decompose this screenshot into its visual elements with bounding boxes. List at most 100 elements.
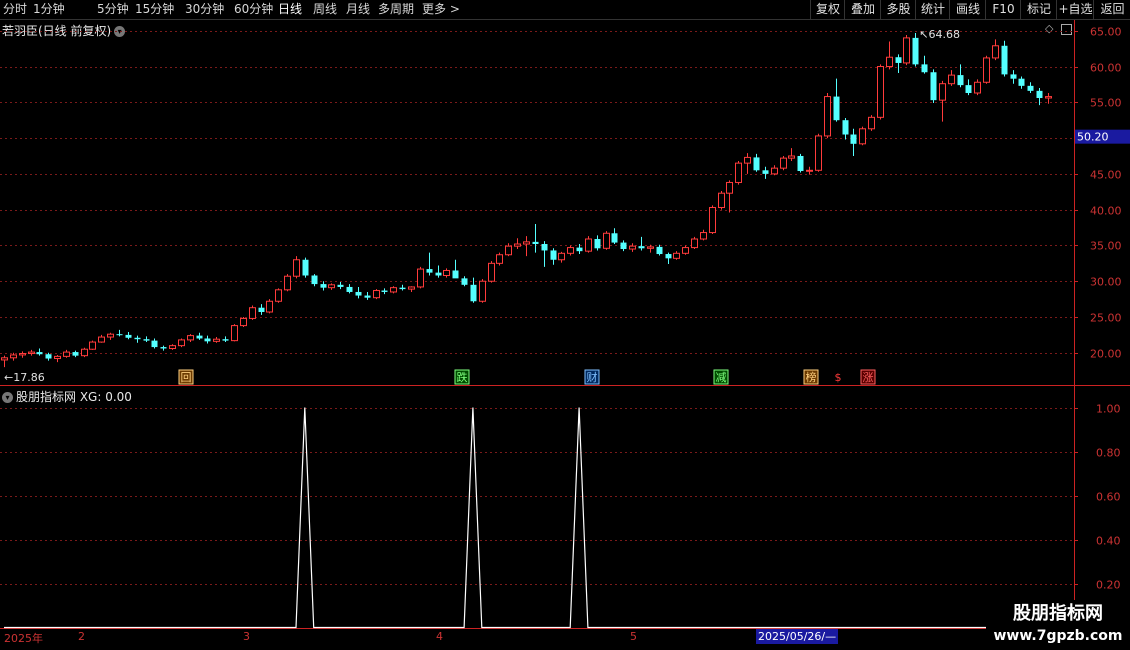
candle-body: [196, 335, 203, 339]
candle-body: [815, 135, 822, 171]
candle-body: [877, 66, 884, 118]
period-tab[interactable]: 周线: [313, 2, 337, 16]
date-tick: 3: [243, 630, 250, 643]
toolbar-button[interactable]: 标记: [1020, 0, 1057, 19]
current-price-label: 50.20: [1077, 131, 1109, 144]
candle-body: [364, 295, 371, 298]
toolbar-button[interactable]: +自选: [1056, 0, 1094, 19]
candle-body: [461, 278, 468, 285]
period-tab[interactable]: 更多 >: [422, 2, 460, 16]
period-tab[interactable]: 60分钟: [234, 2, 273, 16]
candle-body: [665, 254, 672, 259]
toolbar-button[interactable]: 画线: [949, 0, 986, 19]
price-tick-label: 35.00: [1090, 240, 1122, 253]
candle-body: [842, 120, 849, 135]
toolbar-button[interactable]: F10: [985, 0, 1021, 19]
indicator-tick-label: 0.60: [1096, 491, 1121, 504]
candle-body: [939, 83, 946, 101]
panel-layout-icon[interactable]: [1061, 23, 1072, 35]
candle-body: [178, 339, 185, 347]
candle-body: [1010, 74, 1017, 79]
candle-body: [824, 96, 831, 137]
candle-body: [868, 116, 875, 130]
candle-body: [585, 238, 592, 252]
candle-body: [895, 57, 902, 63]
toolbar-button[interactable]: 多股: [880, 0, 916, 19]
date-tick: 2025年: [4, 632, 43, 645]
candle-body: [443, 269, 450, 277]
candle-body: [957, 75, 964, 86]
candle-body: [638, 246, 645, 249]
event-marker-box: [860, 369, 876, 385]
period-tab[interactable]: 1分钟: [33, 2, 65, 16]
candle-body: [1036, 90, 1043, 99]
toolbar-button[interactable]: 统计: [915, 0, 950, 19]
toolbar-button[interactable]: 叠加: [844, 0, 881, 19]
candle-body: [912, 37, 919, 65]
candle-body: [629, 245, 636, 250]
candle-body: [302, 259, 309, 276]
candle-body: [523, 241, 530, 245]
period-tab[interactable]: 日线: [278, 2, 302, 16]
candle-body: [771, 167, 778, 175]
candle-body: [992, 45, 999, 59]
event-marker: 涨: [863, 371, 874, 384]
price-chart: 65.00 60.00 55.00 50.00 45.00 40.00 35.00 30.00…: [0, 20, 1130, 629]
candle-body: [72, 352, 79, 356]
candle-body: [28, 351, 35, 355]
candle-body: [143, 339, 150, 341]
candle-body: [744, 156, 751, 164]
candle-body: [116, 334, 123, 336]
indicator-tick-label: 0.20: [1096, 579, 1121, 592]
candle-body: [45, 354, 52, 359]
date-tick: 5: [630, 630, 637, 643]
candle-body: [700, 232, 707, 240]
candle-body: [258, 307, 265, 312]
candle-body: [541, 244, 548, 251]
date-tick: 4: [436, 630, 443, 643]
candle-body: [1, 357, 8, 361]
period-tab[interactable]: 30分钟: [185, 2, 224, 16]
period-tab[interactable]: 5分钟: [97, 2, 129, 16]
candle-body: [718, 192, 725, 209]
candle-body: [886, 56, 893, 68]
candle-body: [381, 290, 388, 292]
candle-body: [1045, 96, 1052, 99]
period-tab[interactable]: 月线: [346, 2, 370, 16]
candle-body: [98, 336, 105, 343]
candle-body: [231, 325, 238, 342]
event-marker-box: [713, 369, 729, 385]
chevron-down-icon[interactable]: ▾: [2, 392, 13, 403]
candle-body: [656, 246, 663, 255]
price-tick-label: 55.00: [1090, 97, 1122, 110]
indicator-tick-label: 0.80: [1096, 447, 1121, 460]
candle-body: [408, 286, 415, 290]
toolbar-button[interactable]: 返回: [1093, 0, 1130, 19]
candle-body: [125, 334, 132, 338]
watermark: 股朋指标网 www.7gpzb.com: [986, 600, 1130, 650]
period-tab[interactable]: 分时: [3, 2, 27, 16]
diamond-icon[interactable]: ◇: [1045, 22, 1053, 35]
price-tick-label: 20.00: [1090, 348, 1122, 361]
candle-body: [948, 74, 955, 85]
candle-body: [753, 157, 760, 171]
candle-body: [204, 338, 211, 342]
indicator-title-text: 股朋指标网 XG: 0.00: [16, 390, 132, 404]
candle-body: [54, 355, 61, 360]
candle-body: [151, 340, 158, 348]
chevron-down-icon[interactable]: ▾: [114, 26, 126, 37]
candle-body: [19, 353, 26, 356]
candle-body: [532, 241, 539, 245]
candle-body: [36, 352, 43, 355]
toolbar-button[interactable]: 复权: [810, 0, 845, 19]
candle-body: [930, 72, 937, 101]
price-tick-label: 50.00: [1090, 133, 1122, 146]
candle-body: [496, 254, 503, 264]
event-marker-box: [178, 369, 194, 385]
xg-indicator-line: [4, 407, 1048, 629]
event-marker: 财: [587, 370, 598, 384]
period-tab[interactable]: 多周期: [378, 2, 414, 16]
period-tab[interactable]: 15分钟: [135, 2, 174, 16]
indicator-tick-label: 1.00: [1096, 403, 1121, 416]
candle-body: [222, 339, 229, 341]
